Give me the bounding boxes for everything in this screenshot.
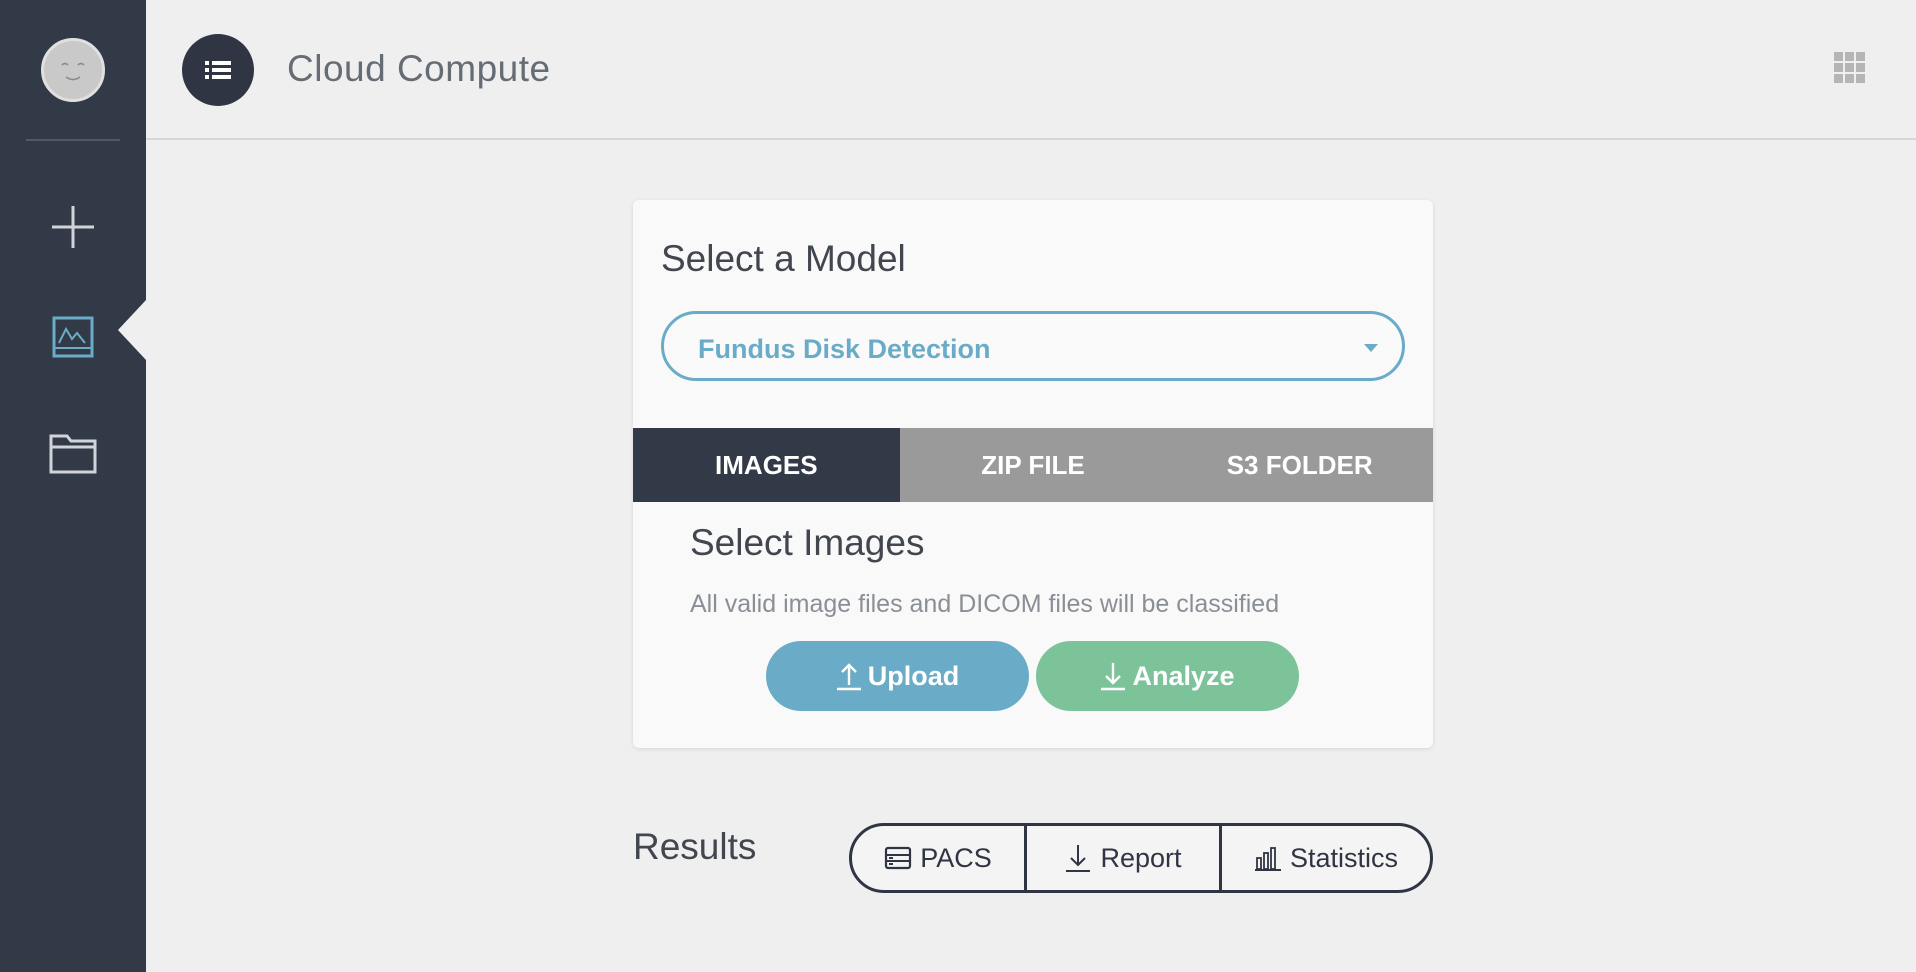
pacs-label: PACS [920, 842, 992, 873]
analyze-button[interactable]: Analyze [1036, 641, 1299, 711]
analyze-label: Analyze [1132, 660, 1235, 691]
sidebar-item-files[interactable] [36, 416, 110, 490]
apps-grid-button[interactable] [1834, 52, 1866, 84]
tab-images[interactable]: IMAGES [633, 428, 900, 502]
server-icon [885, 846, 912, 870]
results-button-group: PACS Report Statistics [849, 823, 1433, 893]
model-card: Select a Model Fundus Disk Detection IMA… [633, 200, 1434, 748]
tab-zip-file[interactable]: ZIP FILE [899, 428, 1167, 502]
statistics-label: Statistics [1289, 842, 1399, 873]
images-heading: Select Images [690, 522, 925, 563]
header: Cloud Compute [146, 0, 1916, 140]
face-icon [61, 62, 85, 81]
sidebar-item-add[interactable] [36, 190, 110, 264]
image-icon [52, 316, 94, 358]
grid-icon [1834, 52, 1865, 83]
download-icon [1101, 663, 1126, 691]
statistics-button[interactable]: Statistics [1219, 826, 1430, 890]
upload-icon [836, 663, 861, 691]
images-description: All valid image files and DICOM files wi… [690, 590, 1280, 618]
sidebar-item-images[interactable] [36, 300, 110, 374]
sidebar [0, 0, 146, 972]
upload-label: Upload [867, 660, 960, 691]
list-icon [205, 61, 231, 79]
tab-s3-folder[interactable]: S3 FOLDER [1166, 428, 1434, 502]
model-select-value: Fundus Disk Detection [698, 334, 991, 364]
report-label: Report [1100, 842, 1182, 873]
pacs-button[interactable]: PACS [852, 826, 1024, 890]
report-button[interactable]: Report [1024, 826, 1219, 890]
page-title: Cloud Compute [287, 48, 551, 89]
results-heading: Results [633, 826, 757, 867]
bar-chart-icon [1254, 847, 1281, 871]
folder-icon [49, 434, 97, 474]
menu-button[interactable] [182, 34, 254, 106]
plus-icon [52, 206, 94, 248]
avatar[interactable] [41, 38, 105, 102]
chevron-down-icon [1364, 344, 1378, 352]
upload-button[interactable]: Upload [766, 641, 1029, 711]
source-tabs: IMAGES ZIP FILE S3 FOLDER [633, 428, 1434, 502]
active-indicator [118, 300, 146, 360]
model-select[interactable]: Fundus Disk Detection [661, 311, 1405, 381]
model-heading: Select a Model [661, 238, 906, 279]
sidebar-divider [26, 139, 120, 141]
download-icon [1066, 845, 1091, 872]
